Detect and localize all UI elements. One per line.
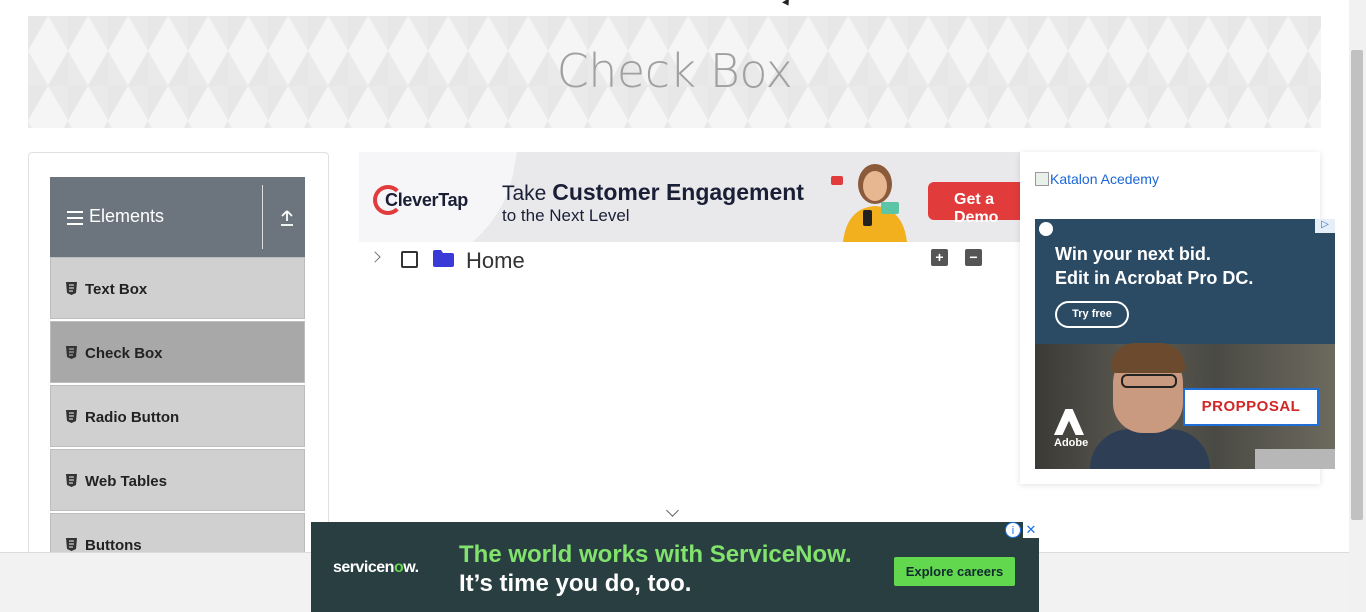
ad-subline: to the Next Level (502, 206, 630, 225)
html5-icon (66, 346, 77, 359)
divider (262, 185, 263, 249)
home-checkbox[interactable] (401, 251, 418, 268)
group-header-title: Elements (89, 206, 165, 226)
ad-photo-laptop (1255, 449, 1335, 469)
html5-icon (66, 474, 77, 487)
expand-all-button[interactable]: + (931, 249, 948, 266)
try-free-button[interactable]: Try free (1055, 301, 1129, 328)
sidebar-item-label: Web Tables (85, 473, 167, 490)
expand-chevron-icon[interactable] (369, 251, 381, 263)
collapse-all-button[interactable]: − (965, 249, 982, 266)
html5-icon (66, 538, 77, 551)
proposal-textbox: PROPPOSAL (1183, 388, 1319, 426)
ad-line-2: It’s time you do, too. (459, 570, 692, 597)
adobe-brand-text: Adobe (1054, 437, 1089, 449)
collapse-up-icon[interactable] (279, 209, 295, 227)
folder-icon (433, 250, 454, 267)
ad-headline: Take Customer Engagement (502, 179, 804, 206)
sidebar-item-label: Radio Button (85, 409, 180, 426)
tree-node-label[interactable]: Home (466, 248, 525, 274)
sidebar-item-web-tables[interactable]: Web Tables (50, 449, 305, 511)
get-demo-button[interactable]: Get a Demo (928, 182, 1020, 226)
ad-info-icon[interactable]: i (1005, 522, 1021, 538)
html5-icon (66, 282, 77, 295)
scroll-down-chevron-icon[interactable] (666, 504, 679, 517)
ad-adobe-acrobat[interactable]: ▷ Win your next bid. Edit in Acrobat Pro… (1035, 219, 1335, 469)
woman-with-phone-image (831, 164, 907, 242)
broken-image-icon (1035, 172, 1049, 186)
adchoices-triangle-icon[interactable]: ▷ (1315, 219, 1335, 233)
vertical-scrollbar[interactable] (1349, 0, 1366, 612)
ad-line-1: The world works with ServiceNow. (459, 541, 852, 568)
tree-node-home: Home + − (359, 244, 1019, 276)
adobe-headline-line-2: Edit in Acrobat Pro DC. (1055, 268, 1254, 288)
explore-careers-button[interactable]: Explore careers (894, 557, 1015, 586)
sidebar-item-radio-button[interactable]: Radio Button (50, 385, 305, 447)
html5-icon (66, 410, 77, 423)
page-title: Check Box (556, 44, 793, 98)
ad-close-icon[interactable]: ✕ (1023, 522, 1039, 538)
clevertap-logo: CleverTap (385, 190, 469, 210)
adobe-headline: Win your next bid. Edit in Acrobat Pro D… (1055, 242, 1253, 290)
logo-accent: o (393, 559, 404, 576)
ad-photo-hair (1111, 343, 1185, 373)
sidebar-item-label: Text Box (85, 281, 148, 298)
group-header-elements[interactable]: Elements (50, 177, 305, 257)
servicenow-logo: servicenow. (333, 559, 419, 577)
adobe-headline-line-1: Win your next bid. (1055, 244, 1211, 264)
ad-headline-bold: Customer Engagement (552, 179, 804, 205)
adchoices-icon[interactable] (1039, 222, 1053, 236)
ad-servicenow[interactable]: servicenow. The world works with Service… (311, 522, 1039, 612)
logo-part: servicen (333, 559, 394, 576)
menu-icon (67, 211, 83, 225)
ad-photo-shirt (1090, 429, 1210, 469)
page-banner: Check Box (28, 16, 1321, 128)
mouse-cursor (782, 0, 792, 8)
ad-clevertap[interactable]: CleverTap Take Customer Engagement to th… (359, 152, 1020, 242)
katalon-alt-text: Katalon Acedemy (1050, 171, 1159, 187)
ad-photo-glasses (1121, 374, 1177, 388)
scrollbar-thumb[interactable] (1351, 50, 1363, 520)
logo-part: w. (403, 559, 419, 576)
sidebar-item-label: Check Box (85, 345, 163, 362)
katalon-academy-image-link[interactable]: Katalon Acedemy (1035, 171, 1159, 187)
sidebar-item-check-box[interactable]: Check Box (50, 321, 305, 383)
ad-take-text: Take (502, 182, 547, 205)
sidebar-item-text-box[interactable]: Text Box (50, 257, 305, 319)
page: Check Box Elements Text Box Check Box Ra… (0, 0, 1366, 612)
